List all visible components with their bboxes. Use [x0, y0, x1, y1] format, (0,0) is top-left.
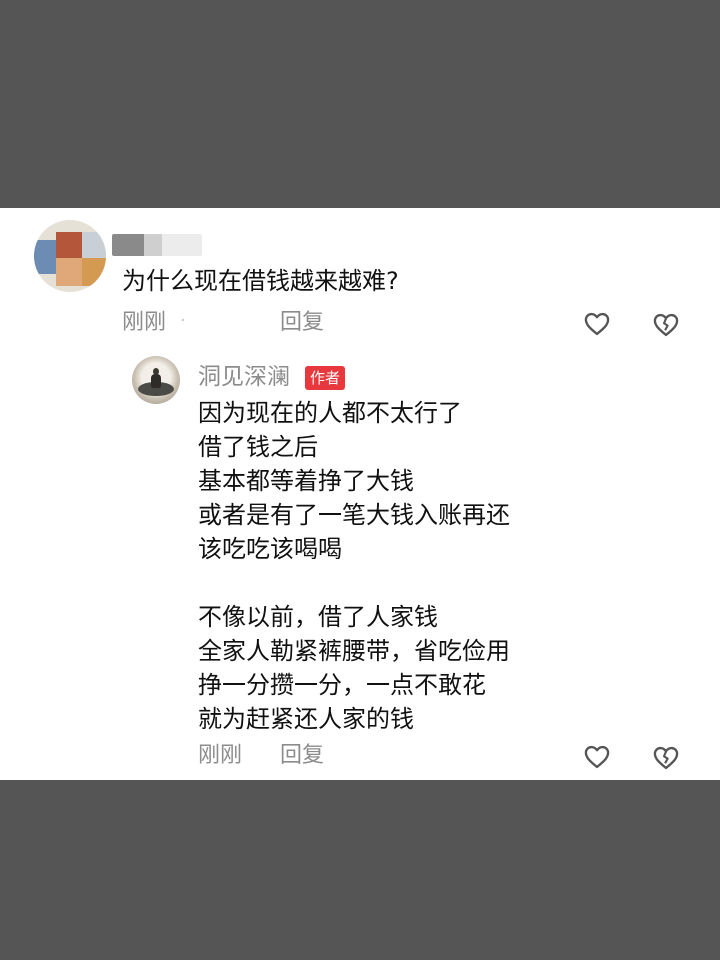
author-badge: 作者: [305, 366, 346, 390]
reply-like-heart-icon[interactable]: [583, 743, 611, 771]
reply-line: 借了钱之后: [198, 433, 318, 461]
dislike-broken-heart-icon[interactable]: [652, 311, 680, 339]
reply-line: 全家人勒紧裤腰带，省吃俭用: [198, 637, 510, 665]
reply-line: 因为现在的人都不太行了: [198, 399, 462, 427]
reply-line: 基本都等着挣了大钱: [198, 467, 414, 495]
commenter-name-blurred: [112, 234, 202, 256]
author-name[interactable]: 洞见深澜: [198, 362, 290, 392]
comment-timestamp: 刚刚: [122, 310, 167, 335]
reply-reply-button[interactable]: 回复: [280, 741, 324, 771]
separator-dot: ·: [180, 310, 186, 331]
commenter-avatar[interactable]: [34, 220, 106, 292]
reply-timestamp: 刚刚: [198, 743, 243, 768]
reply-line: 就为赶紧还人家的钱: [198, 705, 414, 733]
comment-reply-button[interactable]: 回复: [280, 308, 324, 338]
reply-line: 或者是有了一笔大钱入账再还: [198, 501, 510, 529]
reply-line: 不像以前，借了人家钱: [198, 603, 438, 631]
reply-dislike-broken-heart-icon[interactable]: [652, 744, 680, 772]
like-heart-icon[interactable]: [583, 310, 611, 338]
reply-line: 该吃吃该喝喝: [198, 535, 342, 563]
author-avatar[interactable]: [132, 356, 180, 404]
comment-text: 为什么现在借钱越来越难?: [122, 267, 399, 295]
reply-line: 挣一分攒一分，一点不敢花: [198, 671, 486, 699]
